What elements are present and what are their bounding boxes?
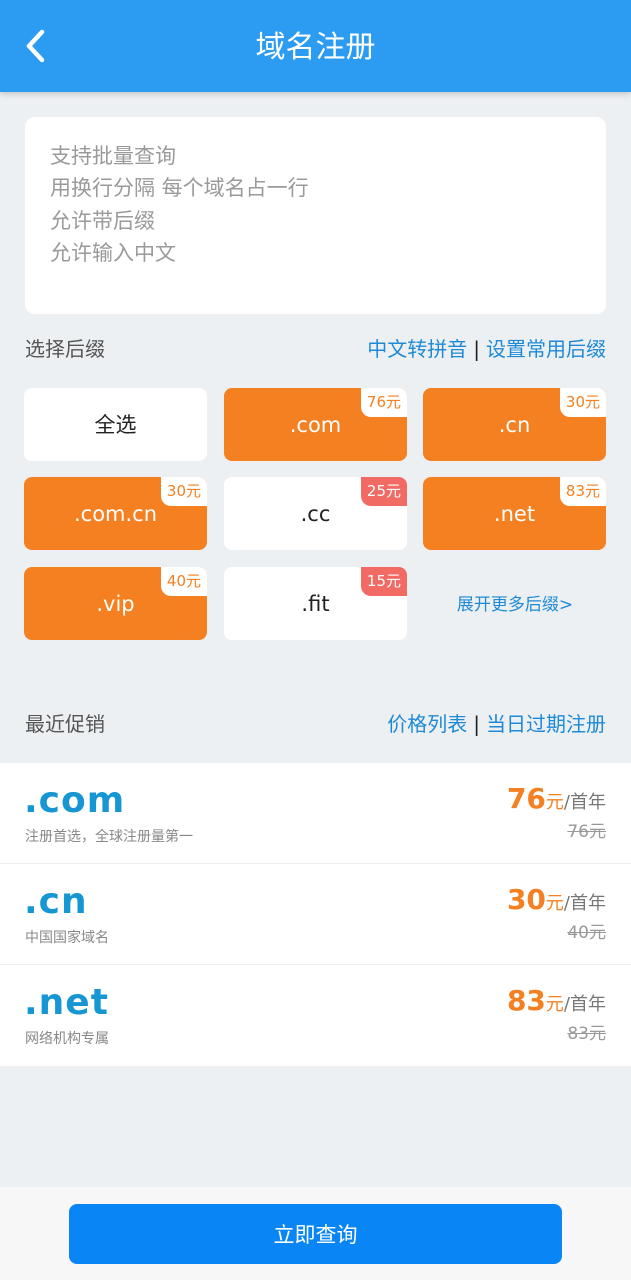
promo-description: 中国国家域名 xyxy=(25,930,109,946)
price-unit: 元 xyxy=(545,792,564,813)
input-placeholder-line: 允许输入中文 xyxy=(50,241,176,265)
suffix-section-label: 选择后缀 xyxy=(25,337,105,361)
suffix-tile-label: .net xyxy=(493,501,536,526)
price-badge: 83元 xyxy=(559,477,606,506)
price-badge: 76元 xyxy=(360,388,407,417)
original-price: 40元 xyxy=(567,923,606,943)
price-badge: 40元 xyxy=(160,567,207,596)
suffix-tile-net[interactable]: .net 83元 xyxy=(423,477,606,550)
promo-section-links: 价格列表 | 当日过期注册 xyxy=(387,709,606,739)
domain-input[interactable]: 支持批量查询 用换行分隔 每个域名占一行 允许带后缀 允许输入中文 xyxy=(25,117,606,314)
price-badge: 30元 xyxy=(160,477,207,506)
suffix-tile-fit[interactable]: .fit 15元 xyxy=(224,567,407,640)
promo-tld-logo: .net xyxy=(24,982,109,1023)
price-badge: 25元 xyxy=(360,477,407,506)
price-badge: 15元 xyxy=(360,567,407,596)
expired-today-register-link[interactable]: 当日过期注册 xyxy=(486,712,606,736)
suffix-tile-cc[interactable]: .cc 25元 xyxy=(224,477,407,550)
price-period: /首年 xyxy=(563,994,606,1015)
price-period: /首年 xyxy=(563,893,606,914)
promo-item-com[interactable]: .com 注册首选，全球注册量第一 76元/首年 76元 xyxy=(0,763,631,864)
input-placeholder-line: 支持批量查询 xyxy=(50,144,176,168)
promo-price: 76元/首年 xyxy=(507,781,606,821)
query-now-button[interactable]: 立即查询 xyxy=(69,1204,562,1264)
suffix-tile-select-all[interactable]: 全选 xyxy=(24,388,207,461)
promo-tld-logo: .cn xyxy=(24,881,88,922)
bottom-bar: 立即查询 xyxy=(0,1187,631,1280)
expand-more-suffixes-link[interactable]: 展开更多后缀> xyxy=(424,590,606,620)
suffix-section-links: 中文转拼音 | 设置常用后缀 xyxy=(367,334,606,364)
price-period: /首年 xyxy=(563,792,606,813)
suffix-tile-cn[interactable]: .cn 30元 xyxy=(423,388,606,461)
promo-item-cn[interactable]: .cn 中国国家域名 30元/首年 40元 xyxy=(0,864,631,965)
price-unit: 元 xyxy=(545,893,564,914)
promo-item-net[interactable]: .net 网络机构专属 83元/首年 83元 xyxy=(0,965,631,1066)
price-unit: 元 xyxy=(545,994,564,1015)
price-value: 30 xyxy=(506,883,546,916)
price-value: 76 xyxy=(506,782,546,815)
link-separator: | xyxy=(473,712,480,736)
promo-price: 83元/首年 xyxy=(507,983,606,1023)
link-separator: | xyxy=(473,337,480,361)
promo-price: 30元/首年 xyxy=(507,882,606,922)
suffix-tile-vip[interactable]: .vip 40元 xyxy=(24,567,207,640)
suffix-tile-label: .cc xyxy=(300,501,331,526)
suffix-tile-label: 全选 xyxy=(94,412,137,437)
pinyin-convert-link[interactable]: 中文转拼音 xyxy=(367,337,467,361)
original-price: 83元 xyxy=(567,1024,606,1044)
promo-list: .com 注册首选，全球注册量第一 76元/首年 76元 .cn 中国国家域名 … xyxy=(0,763,631,1066)
original-price: 76元 xyxy=(567,822,606,842)
input-placeholder-line: 用换行分隔 每个域名占一行 xyxy=(50,176,309,200)
price-value: 83 xyxy=(506,984,546,1017)
app-header: 域名注册 xyxy=(0,0,631,92)
suffix-tile-com[interactable]: .com 76元 xyxy=(224,388,407,461)
input-placeholder-line: 允许带后缀 xyxy=(50,209,155,233)
price-badge: 30元 xyxy=(559,388,606,417)
suffix-tile-label: .com xyxy=(289,412,342,437)
suffix-tile-label: .cn xyxy=(498,412,531,437)
suffix-tile-com-cn[interactable]: .com.cn 30元 xyxy=(24,477,207,550)
promo-section-label: 最近促销 xyxy=(25,712,105,736)
promo-description: 注册首选，全球注册量第一 xyxy=(25,829,193,845)
price-list-link[interactable]: 价格列表 xyxy=(387,712,467,736)
suffix-tile-label: .com.cn xyxy=(73,501,158,526)
set-common-suffix-link[interactable]: 设置常用后缀 xyxy=(486,337,606,361)
suffix-tile-label: .fit xyxy=(301,591,330,616)
promo-tld-logo: .com xyxy=(24,780,126,821)
suffix-tile-label: .vip xyxy=(96,591,135,616)
page-title: 域名注册 xyxy=(255,30,376,65)
promo-description: 网络机构专属 xyxy=(25,1031,109,1047)
